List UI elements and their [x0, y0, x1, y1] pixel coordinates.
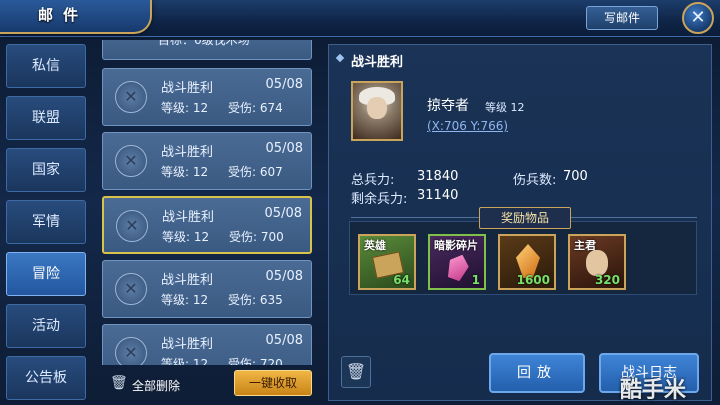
- delete-all-button[interactable]: 🗑 全部删除: [110, 372, 210, 398]
- total-troops-label: 总兵力:: [351, 173, 395, 188]
- mail-detail-panel: 战斗胜利 掠夺者 等级 12 (X:706 Y:766) 总兵力: 31840 …: [328, 44, 712, 401]
- mail-damage: 受伤: 635: [228, 293, 283, 307]
- mail-subject: 战斗胜利: [161, 337, 214, 352]
- reward-slot[interactable]: 主君 320: [568, 234, 626, 290]
- swords-icon: ✕: [115, 337, 147, 365]
- mail-subject: 战斗胜利: [161, 273, 214, 288]
- close-icon[interactable]: ✕: [682, 2, 714, 34]
- reward-tag: 英雄: [364, 239, 386, 252]
- mail-date: 05/08: [265, 333, 303, 348]
- swords-icon: ✕: [115, 273, 147, 305]
- list-item[interactable]: ✕ 战斗胜利 05/08 等级: 12 受伤: 607: [102, 132, 312, 190]
- sidebar-item-military[interactable]: 军情: [6, 200, 86, 244]
- swords-icon: ✕: [115, 81, 147, 113]
- swords-icon: ✕: [115, 145, 147, 177]
- divider: [567, 217, 697, 218]
- wounded-label: 伤兵数:: [513, 173, 557, 188]
- reward-slot[interactable]: 1600: [498, 234, 556, 290]
- reward-count: 64: [393, 273, 410, 287]
- attacker-name: 掠夺者: [427, 98, 469, 114]
- sidebar-item-bulletin[interactable]: 公告板: [6, 356, 86, 400]
- mail-partial-text: 目标：6级伐木场: [158, 40, 250, 47]
- mail-damage: 受伤: 700: [229, 230, 284, 244]
- mail-damage: 受伤: 720: [228, 357, 283, 365]
- watermark: 酷手米: [620, 378, 687, 403]
- swords-icon: ✕: [116, 210, 148, 242]
- mail-level: 等级: 12: [161, 357, 209, 365]
- remaining-label: 剩余兵力:: [351, 192, 408, 207]
- mail-level: 等级: 12: [161, 293, 209, 307]
- reward-slot[interactable]: 英雄 64: [358, 234, 416, 290]
- reward-count: 320: [594, 273, 620, 287]
- bullet-icon: [335, 53, 345, 63]
- sidebar-item-nation[interactable]: 国家: [6, 148, 86, 192]
- sidebar: 私信 联盟 国家 军情 冒险 活动 公告板: [0, 40, 92, 405]
- delete-all-label: 全部删除: [132, 379, 181, 393]
- list-item[interactable]: ✕ 战斗胜利 05/08 等级: 12 受伤: 720: [102, 324, 312, 365]
- list-item[interactable]: ✕ 战斗胜利 05/08 等级: 12 受伤: 674: [102, 68, 312, 126]
- rewards-panel: 英雄 64 暗影碎片 1 1600 主君 320: [349, 221, 697, 295]
- replay-button[interactable]: 回放: [489, 353, 585, 393]
- total-troops-value: 31840: [417, 169, 459, 184]
- divider: [351, 217, 481, 218]
- list-item-selected[interactable]: ✕ 战斗胜利 05/08 等级: 12 受伤: 700: [102, 196, 312, 254]
- mail-subject: 战斗胜利: [161, 81, 214, 96]
- reward-count: 1600: [516, 273, 550, 287]
- mail-date: 05/08: [265, 77, 303, 92]
- reward-slot[interactable]: 暗影碎片 1: [428, 234, 486, 290]
- collect-all-button[interactable]: 一键收取: [234, 370, 312, 396]
- mail-damage: 受伤: 607: [228, 165, 283, 179]
- page-title: 邮件: [38, 6, 89, 24]
- mail-damage: 受伤: 674: [228, 101, 283, 115]
- pink-crystal-icon: [444, 251, 472, 282]
- detail-title: 战斗胜利: [351, 55, 404, 70]
- write-mail-button[interactable]: 写邮件: [586, 6, 658, 30]
- mail-list[interactable]: 目标：6级伐木场 ✕ 战斗胜利 05/08 等级: 12 受伤: 674 ✕ 战…: [96, 40, 322, 365]
- sidebar-item-alliance[interactable]: 联盟: [6, 96, 86, 140]
- wounded-value: 700: [563, 169, 588, 184]
- attacker-coords-link[interactable]: (X:706 Y:766): [427, 119, 508, 133]
- rewards-title: 奖励物品: [479, 207, 571, 229]
- mail-date: 05/08: [265, 141, 303, 156]
- mail-date: 05/08: [264, 206, 302, 221]
- avatar-face: [367, 97, 387, 119]
- trash-icon[interactable]: 🗑: [341, 356, 371, 388]
- mail-level: 等级: 12: [161, 101, 209, 115]
- mail-level: 等级: 12: [162, 230, 210, 244]
- sidebar-item-adventure[interactable]: 冒险: [6, 252, 86, 296]
- top-bar: 邮件 写邮件 ✕: [0, 0, 720, 37]
- list-item[interactable]: ✕ 战斗胜利 05/08 等级: 12 受伤: 635: [102, 260, 312, 318]
- attacker-avatar[interactable]: [351, 81, 403, 141]
- list-item[interactable]: 目标：6级伐木场: [102, 40, 312, 60]
- reward-tag: 暗影碎片: [434, 239, 478, 252]
- mail-subject: 战斗胜利: [161, 145, 214, 160]
- mail-subject: 战斗胜利: [162, 210, 215, 225]
- mail-level: 等级: 12: [161, 165, 209, 179]
- list-bottom-bar: 🗑 全部删除 一键收取: [96, 366, 322, 405]
- title-plate: 邮件: [0, 0, 152, 34]
- sidebar-item-events[interactable]: 活动: [6, 304, 86, 348]
- mail-date: 05/08: [265, 269, 303, 284]
- attacker-level: 等级 12: [485, 101, 525, 114]
- reward-count: 1: [471, 273, 480, 287]
- trash-icon: 🗑: [110, 375, 128, 391]
- remaining-value: 31140: [417, 188, 459, 203]
- sidebar-item-private[interactable]: 私信: [6, 44, 86, 88]
